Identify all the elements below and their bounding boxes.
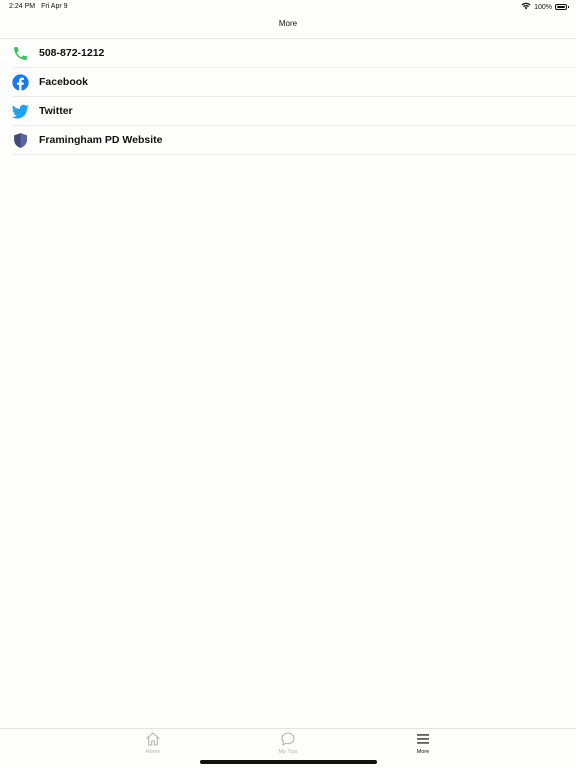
- battery-icon: [555, 4, 569, 10]
- page-title: More: [278, 19, 298, 28]
- menu-item-label: Twitter: [39, 105, 73, 117]
- facebook-icon: [12, 74, 29, 91]
- tab-home-label: Home: [145, 749, 161, 755]
- status-time-date: 2:24 PM Fri Apr 9: [9, 3, 68, 10]
- home-icon: [145, 731, 161, 747]
- status-indicators: 100%: [521, 2, 569, 12]
- battery-percent: 100%: [534, 3, 552, 11]
- status-time: 2:24 PM: [9, 3, 36, 10]
- tab-my-tips-label: My Tips: [278, 749, 298, 755]
- menu-item-facebook[interactable]: Facebook: [0, 68, 576, 97]
- shield-icon: [12, 132, 29, 149]
- status-bar: 2:24 PM Fri Apr 9 100%: [0, 0, 576, 14]
- twitter-icon: [12, 103, 29, 120]
- tab-my-tips[interactable]: My Tips: [258, 731, 318, 759]
- phone-icon: [12, 45, 29, 62]
- menu-item-website[interactable]: Framingham PD Website: [0, 126, 576, 155]
- menu-item-label: Framingham PD Website: [39, 134, 163, 146]
- menu-item-label: Facebook: [39, 76, 89, 88]
- home-indicator: [200, 760, 377, 764]
- more-menu-list: 508-872-1212 Facebook Twitter Framingham…: [0, 39, 576, 155]
- menu-item-twitter[interactable]: Twitter: [0, 97, 576, 126]
- wifi-icon: [521, 2, 531, 12]
- status-date: Fri Apr 9: [41, 3, 68, 10]
- menu-item-label: 508-872-1212: [39, 47, 105, 59]
- menu-item-phone[interactable]: 508-872-1212: [0, 39, 576, 68]
- menu-icon: [415, 731, 431, 747]
- tab-home[interactable]: Home: [123, 731, 183, 759]
- tab-more-label: More: [416, 749, 430, 755]
- tab-more[interactable]: More: [393, 731, 453, 759]
- chat-bubble-icon: [280, 731, 296, 747]
